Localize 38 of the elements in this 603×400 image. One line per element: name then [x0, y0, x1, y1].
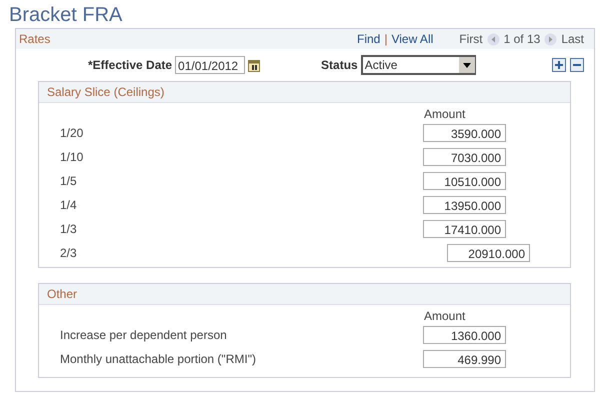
row-label: 1/5: [60, 174, 78, 188]
row-label: 1/10: [60, 150, 84, 164]
page-count: 1 of 13: [504, 32, 540, 46]
find-link[interactable]: Find: [357, 32, 380, 46]
amount-field[interactable]: 1360.000: [423, 326, 506, 344]
column-header: Amount: [423, 106, 466, 121]
row-label: 1/20: [60, 126, 84, 140]
add-icon[interactable]: [552, 58, 566, 72]
amount-field[interactable]: 20910.000: [447, 244, 530, 262]
section-title: Other: [39, 284, 570, 305]
page-title: Bracket FRA: [8, 3, 124, 28]
column-header: Amount: [423, 308, 466, 323]
caret-icon[interactable]: [458, 57, 475, 73]
section-title: Salary Slice (Ceilings): [39, 82, 570, 103]
calendar-icon[interactable]: [248, 58, 260, 72]
status-dropdown[interactable]: Active: [360, 55, 476, 75]
amount-field[interactable]: 469.990: [423, 350, 506, 368]
last-label: Last: [561, 32, 584, 46]
effective-date-field[interactable]: 01/01/2012: [175, 56, 246, 74]
row-label: 1/3: [60, 222, 78, 236]
row-label: 2/3: [60, 246, 78, 260]
status-label: Status: [321, 58, 358, 72]
amount-field[interactable]: 7030.000: [423, 148, 506, 166]
previous-icon[interactable]: [486, 32, 500, 46]
amount-field[interactable]: 3590.000: [423, 124, 506, 142]
remove-icon[interactable]: [570, 58, 584, 72]
row-label: Increase per dependent person: [60, 328, 228, 342]
separator: |: [384, 32, 388, 46]
panel-title: Rates: [19, 32, 50, 46]
row-label: 1/4: [60, 198, 78, 212]
row-label: Monthly unattachable portion ("RMI"): [60, 352, 257, 366]
amount-field[interactable]: 10510.000: [423, 172, 506, 190]
first-label: First: [459, 32, 483, 46]
view-all-link[interactable]: View All: [391, 32, 434, 46]
next-icon[interactable]: [544, 32, 558, 46]
amount-field[interactable]: 13950.000: [423, 196, 506, 214]
amount-field[interactable]: 17410.000: [423, 220, 506, 238]
effective-date-label: *Effective Date: [88, 58, 172, 72]
